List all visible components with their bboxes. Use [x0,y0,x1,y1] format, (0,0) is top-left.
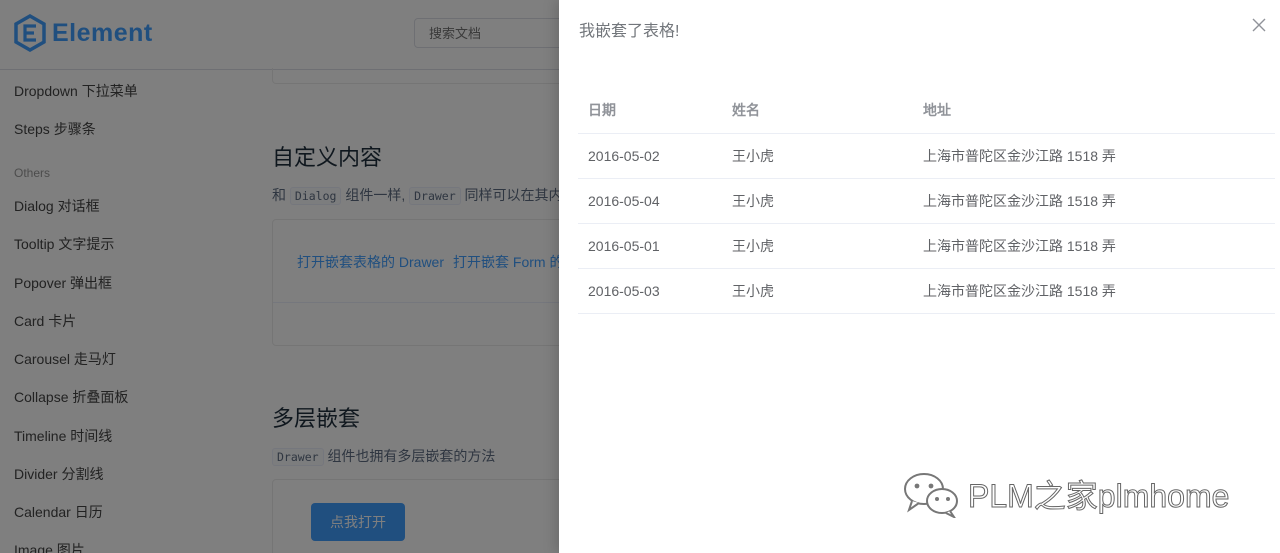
page: Element Dropdown 下拉菜单 Steps 步骤条 Others D… [0,0,1280,553]
wechat-icon [904,473,958,518]
cell-date: 2016-05-02 [578,133,722,179]
close-icon[interactable] [1251,17,1267,33]
table-row[interactable]: 2016-05-03 王小虎 上海市普陀区金沙江路 1518 弄 [578,268,1275,314]
cell-address: 上海市普陀区金沙江路 1518 弄 [913,268,1275,314]
cell-name: 王小虎 [722,223,913,269]
drawer-table: 日期 姓名 地址 2016-05-02 王小虎 上海市普陀区金沙江路 1518 … [578,88,1275,314]
watermark: PLM之家plmhome [902,470,1230,518]
cell-address: 上海市普陀区金沙江路 1518 弄 [913,133,1275,179]
cell-date: 2016-05-03 [578,268,722,314]
cell-date: 2016-05-04 [578,178,722,224]
column-header-address[interactable]: 地址 [913,88,1275,134]
column-header-name[interactable]: 姓名 [722,88,913,134]
table-header-row: 日期 姓名 地址 [578,88,1275,134]
cell-address: 上海市普陀区金沙江路 1518 弄 [913,223,1275,269]
watermark-text: PLM之家plmhome [967,478,1230,515]
table-row[interactable]: 2016-05-01 王小虎 上海市普陀区金沙江路 1518 弄 [578,223,1275,269]
column-header-date[interactable]: 日期 [578,88,722,134]
cell-address: 上海市普陀区金沙江路 1518 弄 [913,178,1275,224]
cell-name: 王小虎 [722,178,913,224]
table-row[interactable]: 2016-05-02 王小虎 上海市普陀区金沙江路 1518 弄 [578,133,1275,179]
table-row[interactable]: 2016-05-04 王小虎 上海市普陀区金沙江路 1518 弄 [578,178,1275,224]
cell-name: 王小虎 [722,133,913,179]
drawer-title: 我嵌套了表格! [579,23,680,40]
cell-date: 2016-05-01 [578,223,722,269]
cell-name: 王小虎 [722,268,913,314]
